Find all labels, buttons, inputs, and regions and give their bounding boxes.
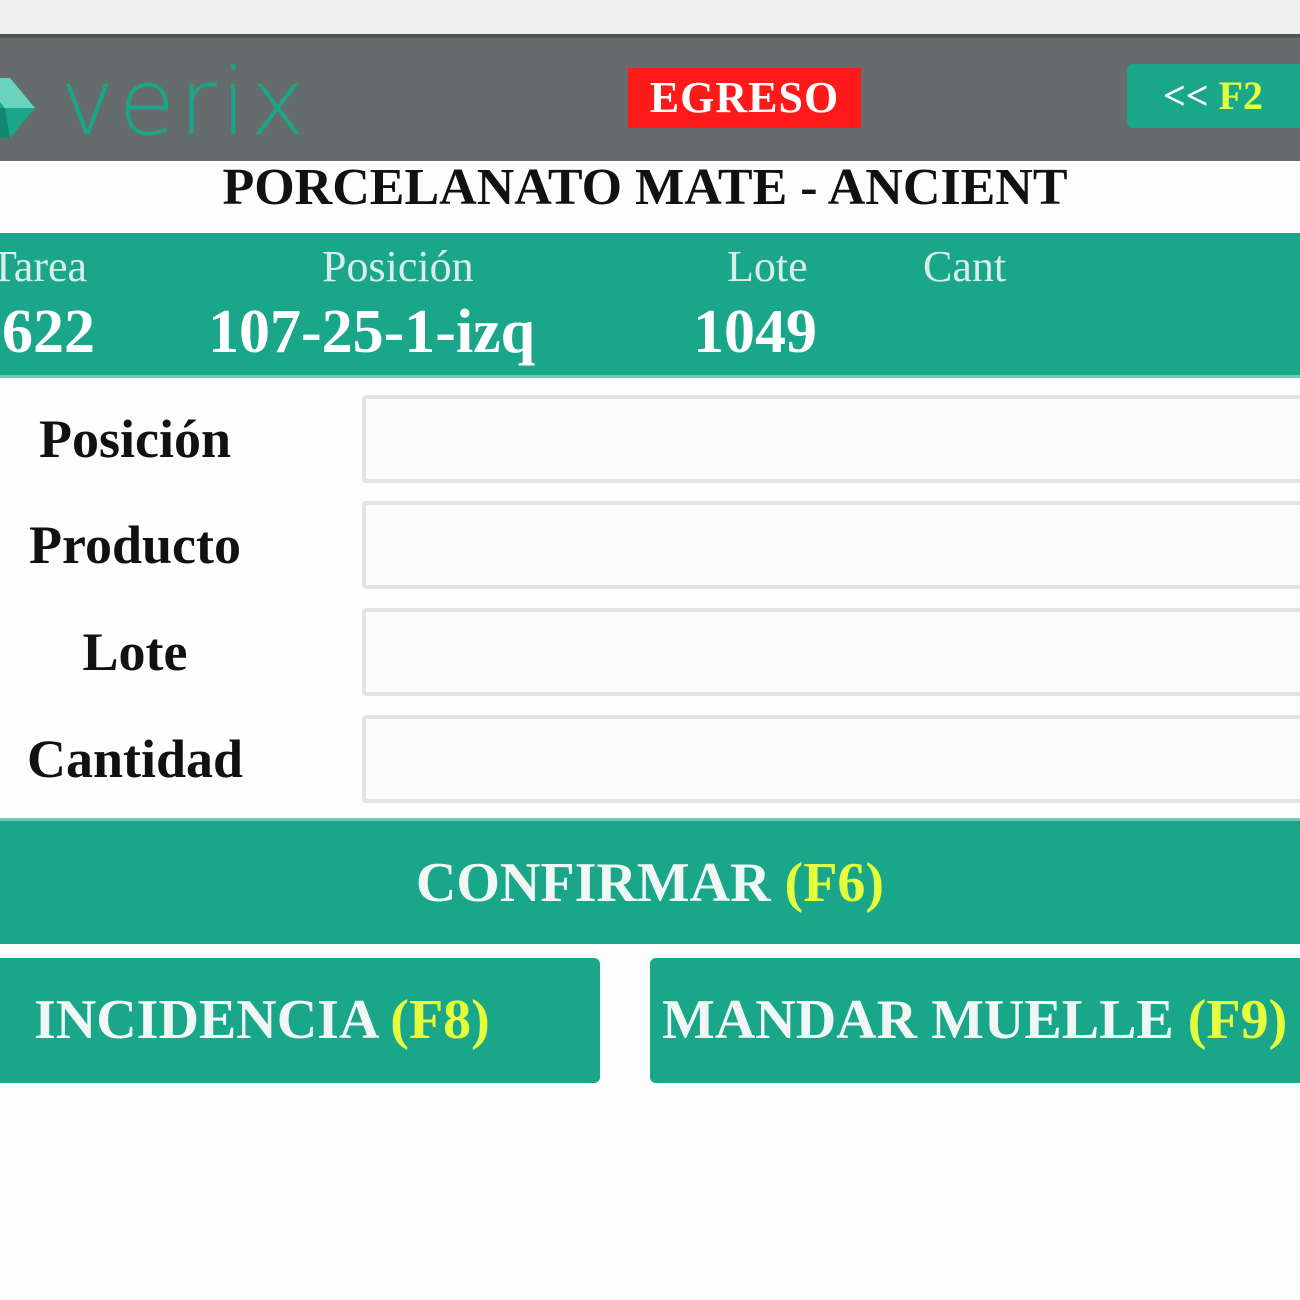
cantidad-input[interactable] — [362, 715, 1300, 803]
task-info-band: Tarea Posición Lote Cant 622 107-25-1-iz… — [0, 233, 1300, 378]
task-header-posicion: Posición — [322, 242, 474, 291]
mandar-muelle-button-key: (F9) — [1187, 989, 1288, 1051]
confirm-button[interactable]: CONFIRMAR (F6) — [0, 818, 1300, 944]
form-row-posicion: Posición — [0, 395, 1300, 483]
logo-mark-icon — [0, 78, 35, 138]
header-bar: verix EGRESO << F2 — [0, 34, 1300, 161]
task-value-tarea: 622 — [2, 298, 95, 366]
mode-badge: EGRESO — [628, 68, 861, 128]
task-value-lote: 1049 — [693, 298, 817, 366]
mandar-muelle-button[interactable]: MANDAR MUELLE (F9) — [650, 958, 1300, 1083]
posicion-label: Posición — [38, 409, 231, 469]
task-value-posicion: 107-25-1-izq — [208, 298, 536, 366]
app-page: verix EGRESO << F2 PORCELANATO MATE - AN… — [0, 0, 1300, 1300]
task-header-lote: Lote — [727, 242, 808, 291]
logo-text: verix — [60, 49, 309, 156]
posicion-input[interactable] — [362, 395, 1300, 483]
product-title: PORCELANATO MATE - ANCIENT — [222, 159, 1068, 216]
incidencia-button-key: (F8) — [390, 989, 490, 1051]
mandar-muelle-button-label: MANDAR MUELLE — [662, 989, 1188, 1051]
back-button[interactable]: << F2 — [1127, 64, 1300, 128]
back-button-key: F2 — [1218, 73, 1264, 118]
lote-input[interactable] — [362, 608, 1300, 696]
producto-label: Producto — [29, 515, 241, 575]
task-header-tarea: Tarea — [0, 242, 88, 291]
form-row-producto: Producto — [0, 501, 1300, 589]
producto-input[interactable] — [362, 501, 1300, 589]
form-row-cantidad: Cantidad — [0, 715, 1300, 803]
form-row-lote: Lote — [0, 608, 1300, 696]
lote-label: Lote — [82, 622, 188, 682]
incidencia-button[interactable]: INCIDENCIA (F8) — [0, 958, 600, 1083]
incidencia-button-label: INCIDENCIA — [34, 989, 391, 1051]
back-button-prefix: << — [1163, 73, 1219, 118]
confirm-button-key: (F6) — [784, 852, 885, 914]
task-header-cant: Cant — [923, 242, 1007, 291]
browser-top-strip — [0, 0, 1300, 34]
confirm-button-label: CONFIRMAR — [415, 852, 785, 914]
cantidad-label: Cantidad — [26, 729, 244, 789]
app-logo: verix — [0, 49, 309, 158]
